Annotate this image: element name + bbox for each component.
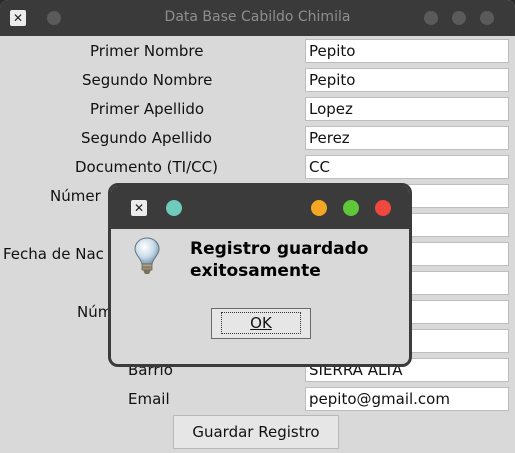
maximize-dot-icon[interactable] — [452, 11, 466, 25]
x-app-icon[interactable]: ✕ — [131, 200, 147, 216]
label-email: Email — [128, 390, 170, 408]
field-primer-nombre[interactable]: Pepito — [305, 39, 509, 63]
lightbulb-icon — [134, 237, 160, 274]
minimize-dot-icon[interactable] — [311, 200, 327, 216]
success-dialog: ✕ Registro guardado exitosamente OK — [108, 183, 412, 367]
label-fecha-nacimiento: Fecha de Nac — [3, 245, 104, 263]
maximize-dot-icon[interactable] — [343, 200, 359, 216]
field-segundo-nombre[interactable]: Pepito — [305, 68, 509, 92]
field-documento[interactable]: CC — [305, 155, 509, 179]
field-email[interactable]: pepito@gmail.com — [305, 387, 509, 411]
label-documento: Documento (TI/CC) — [75, 158, 218, 176]
dialog-title-bar[interactable]: ✕ — [111, 186, 409, 229]
ok-button-label: OK — [221, 312, 301, 334]
title-bar[interactable]: ✕ Data Base Cabildo Chimila — [0, 0, 515, 36]
label-primer-apellido: Primer Apellido — [90, 100, 205, 118]
label-numero: Númer — [50, 187, 101, 205]
save-record-button[interactable]: Guardar Registro — [173, 415, 339, 449]
dialog-message: Registro guardado exitosamente — [190, 239, 369, 281]
label-segundo-nombre: Segundo Nombre — [82, 71, 213, 89]
ok-button[interactable]: OK — [211, 308, 311, 339]
field-segundo-apellido[interactable]: Perez — [305, 126, 509, 150]
close-dot-icon[interactable] — [480, 11, 494, 25]
sticky-dot-icon[interactable] — [166, 200, 182, 216]
label-primer-nombre: Primer Nombre — [90, 42, 204, 60]
close-dot-icon[interactable] — [375, 200, 391, 216]
field-primer-apellido[interactable]: Lopez — [305, 97, 509, 121]
minimize-dot-icon[interactable] — [424, 11, 438, 25]
label-segundo-apellido: Segundo Apellido — [81, 129, 212, 147]
